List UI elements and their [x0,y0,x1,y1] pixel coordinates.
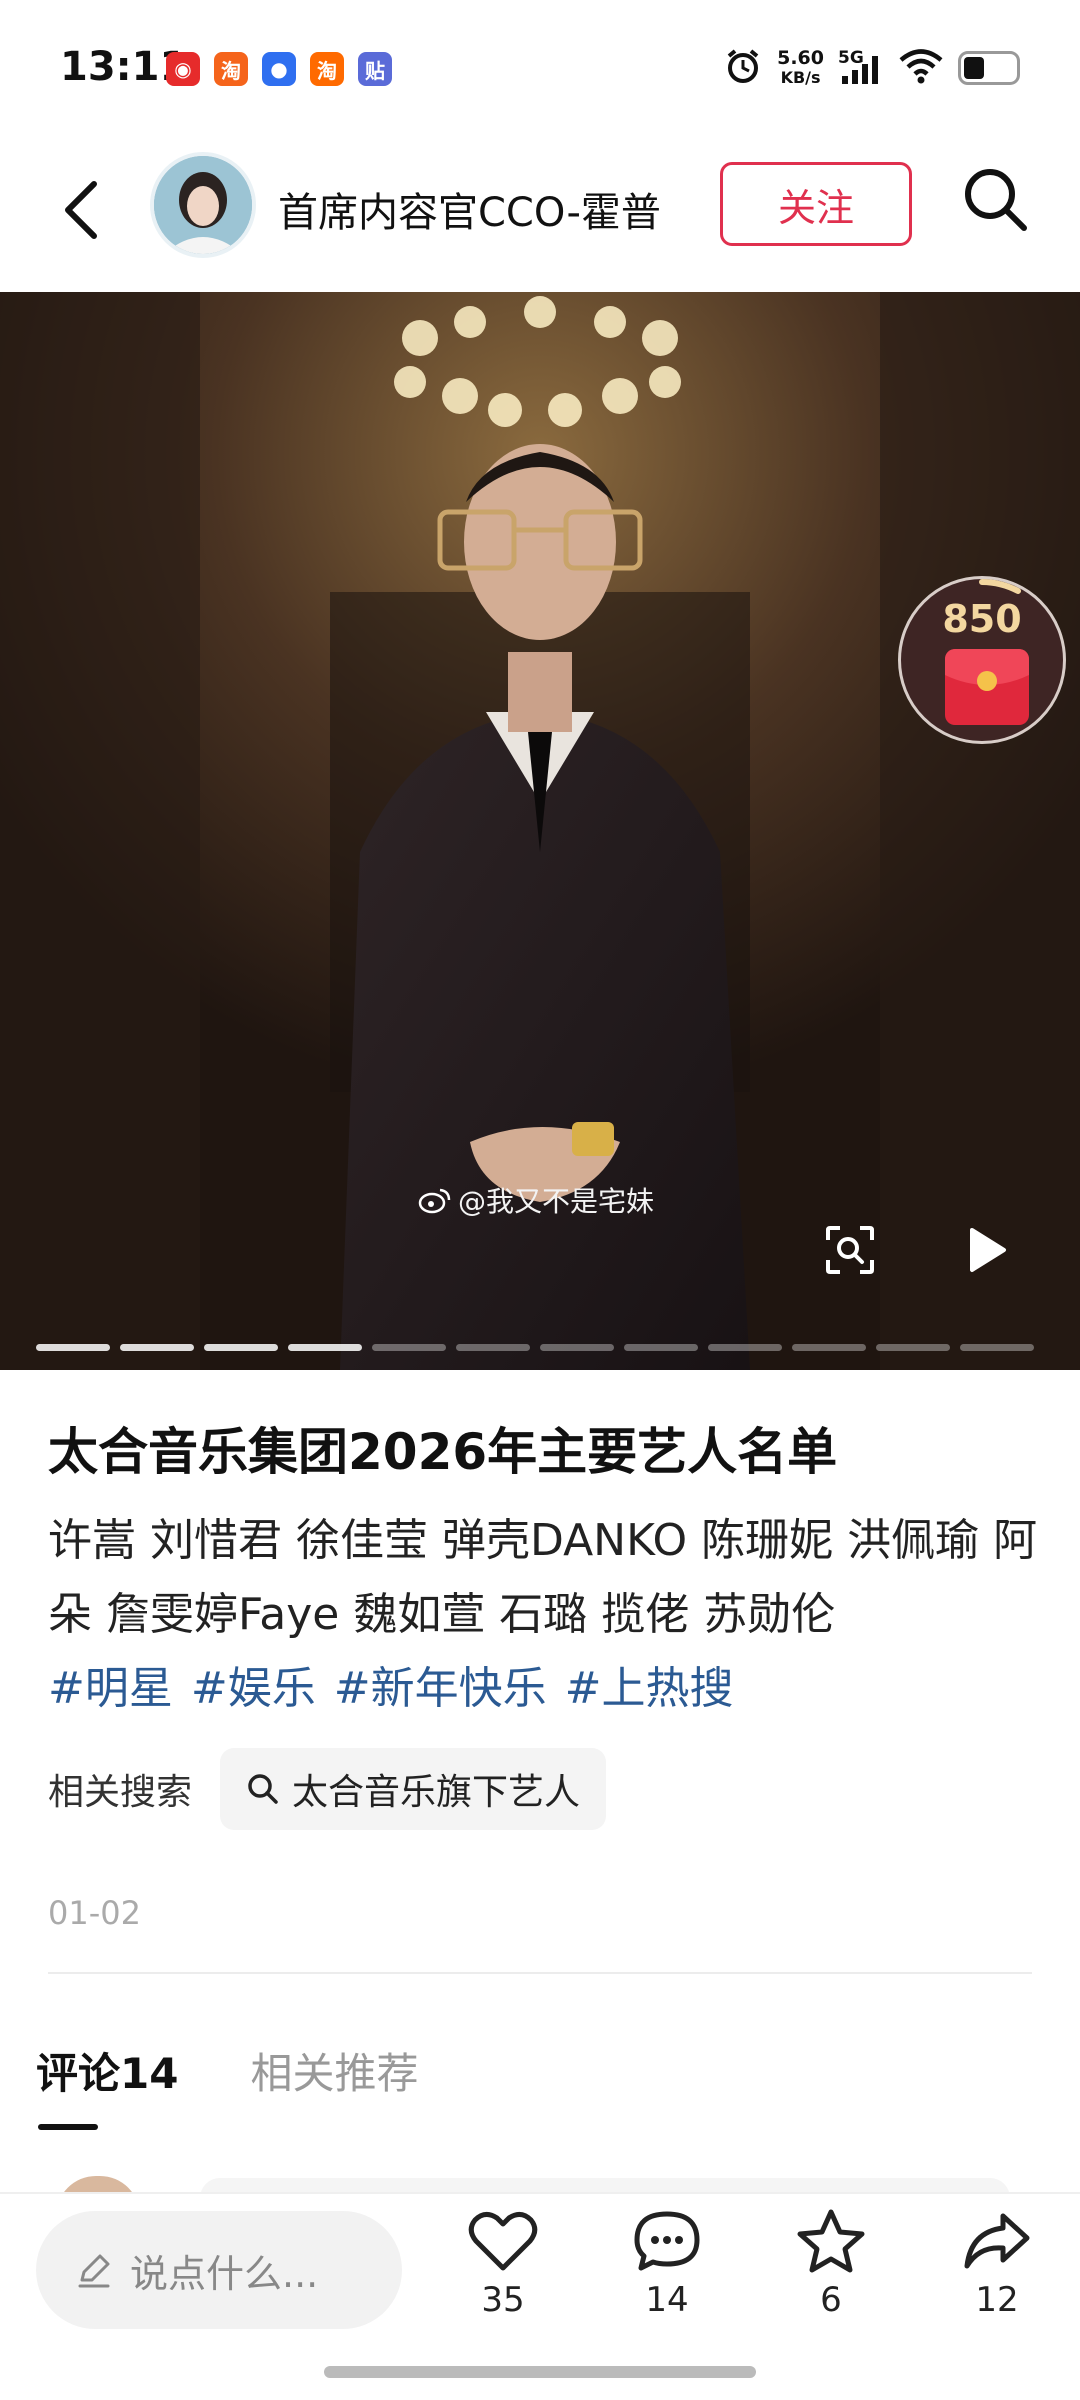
red-envelope-icon [945,649,1029,725]
comment-count: 14 [645,2280,689,2320]
netease-music-icon: ◉ [166,52,200,86]
red-packet-count: 850 [942,597,1022,641]
like-button[interactable]: 35 [448,2208,558,2320]
carousel-dot [456,1344,530,1351]
taobao-icon: 淘 [214,52,248,86]
related-search: 相关搜索 太合音乐旗下艺人 [48,1748,607,1830]
hashtag-link[interactable]: #上热搜 [565,1652,734,1726]
star-icon [797,2209,865,2273]
hashtag-link[interactable]: #娱乐 [191,1652,316,1726]
weibo-icon [418,1188,451,1214]
weibo-watermark: @我又不是宅妹 [418,1180,654,1220]
play-icon [970,1228,1006,1272]
comment-input[interactable]: 说点什么... [36,2211,402,2329]
follow-button[interactable]: 关注 [720,162,912,246]
carousel-dot [204,1344,278,1351]
scan-search-icon [826,1226,874,1274]
cellular-signal-icon: 5G [838,48,884,88]
notification-icons: ◉ 淘 ● 淘贴 [166,52,392,86]
carousel-dot [372,1344,446,1351]
home-indicator[interactable] [324,2366,756,2378]
carousel-indicator [36,1344,1034,1351]
post-title: 太合音乐集团2026年主要艺人名单 [48,1423,838,1481]
network-speed-value: 5.60 [777,47,824,69]
status-bar: 13:11 ◉ 淘 ● 淘贴 5.60 KB/s 5G [0,0,1080,140]
watermark-text: @我又不是宅妹 [458,1185,655,1218]
related-search-label: 相关搜索 [48,1772,193,1813]
like-count: 35 [481,2280,525,2320]
chevron-left-icon [65,181,97,239]
heart-icon [468,2212,538,2271]
post-header: 首席内容官CCO-霍普 关注 [0,140,1080,292]
share-count: 12 [975,2280,1019,2320]
author-avatar[interactable] [150,152,256,258]
network-speed: 5.60 KB/s [777,48,824,88]
carousel-dot [960,1344,1034,1351]
search-button[interactable] [956,160,1036,240]
hashtag-link[interactable]: #明星 [48,1652,173,1726]
carousel-dot [288,1344,362,1351]
slideshow-play-button[interactable] [956,1220,1016,1280]
carousel-dot [120,1344,194,1351]
comment-button[interactable]: 14 [612,2208,722,2320]
carousel-dot [36,1344,110,1351]
carousel-dot [708,1344,782,1351]
carousel-dot [540,1344,614,1351]
carousel-dot [624,1344,698,1351]
favorite-count: 6 [820,2280,842,2320]
taobao-tmall-icon: 淘 [310,52,344,86]
system-icons: 5.60 KB/s 5G [723,46,1020,90]
comment-tabs: 评论14 相关推荐 [36,2040,418,2101]
carousel-dot [876,1344,950,1351]
active-tab-indicator [38,2124,98,2130]
network-speed-unit: KB/s [780,68,821,87]
divider [48,1972,1032,1974]
wifi-icon [898,47,944,89]
post-body-text: 许嵩 刘惜君 徐佳莹 弹壳DANKO 陈珊妮 洪佩瑜 阿朵 詹雯婷Faye 魏如… [48,1515,1038,1640]
battery-icon [958,51,1020,85]
post-image-carousel[interactable]: 850 @我又不是宅妹 [0,292,1080,1370]
red-packet-reward[interactable]: 850 [898,576,1066,744]
share-button[interactable]: 12 [942,2208,1052,2320]
search-icon [965,169,1027,231]
share-arrow-icon [964,2213,1030,2269]
tab-related-recommendations[interactable]: 相关推荐 [250,2040,418,2101]
related-search-chip[interactable]: 太合音乐旗下艺人 [220,1748,607,1830]
author-name[interactable]: 首席内容官CCO-霍普 [278,180,661,238]
comment-bubble-icon [634,2211,700,2271]
comment-input-placeholder: 说点什么... [130,2251,319,2296]
hashtag-link[interactable]: #新年快乐 [334,1652,547,1726]
post-date: 01-02 [48,1894,141,1932]
pencil-icon [78,2254,110,2288]
carousel-dot [792,1344,866,1351]
image-search-button[interactable] [822,1222,878,1278]
tieba-icon: 贴 [358,52,392,86]
search-icon [248,1774,278,1804]
post-tags: #明星 #娱乐 #新年快乐 #上热搜 [48,1652,734,1726]
tab-comments[interactable]: 评论14 [36,2040,178,2101]
alarm-icon [723,46,763,90]
favorite-button[interactable]: 6 [776,2208,886,2320]
related-search-query: 太合音乐旗下艺人 [292,1772,581,1813]
browser-icon: ● [262,52,296,86]
back-button[interactable] [50,170,120,250]
